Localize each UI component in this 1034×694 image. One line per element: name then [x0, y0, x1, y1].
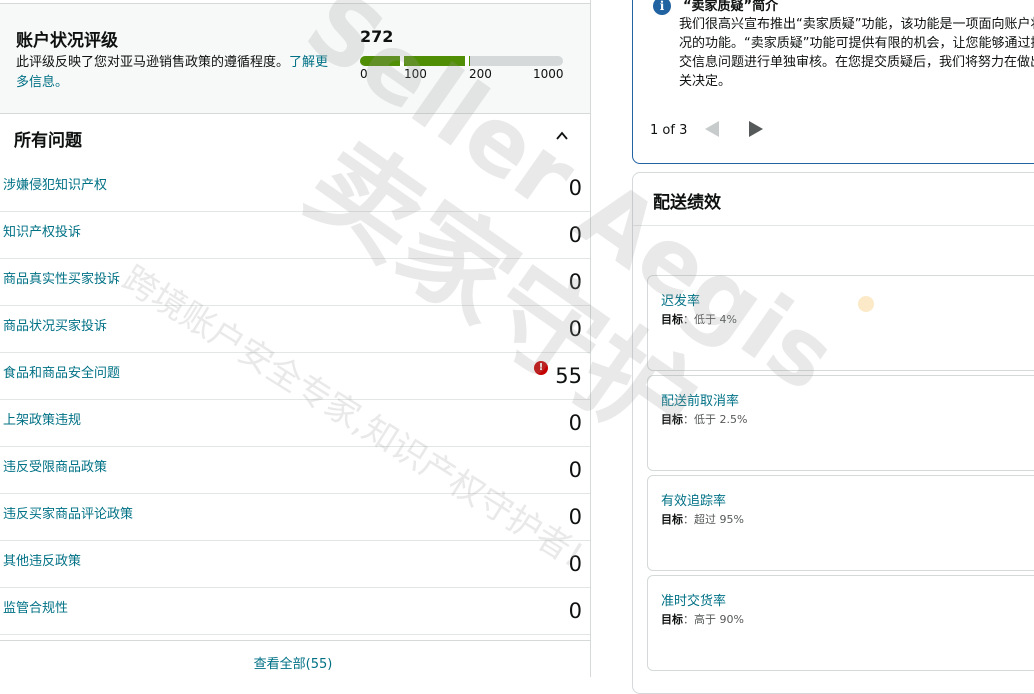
- notice-title: “卖家质疑”简介: [683, 0, 779, 14]
- issue-label[interactable]: 违反受限商品政策: [3, 456, 107, 475]
- issue-count: 0: [568, 599, 582, 623]
- bar-divider: [400, 56, 404, 66]
- issue-label[interactable]: 知识产权投诉: [3, 221, 81, 240]
- issue-count: 0: [568, 411, 582, 435]
- bar-divider: [465, 56, 469, 66]
- target-value: ：高于 90%: [683, 613, 744, 626]
- delivery-performance-card: 配送绩效 迟发率 目标：低于 4% 配送前取消率 目标：低于 2.5% 有效追踪…: [632, 172, 1034, 694]
- health-score-bar: [360, 56, 563, 66]
- issue-row: 监管合规性 0: [0, 588, 590, 635]
- issue-label[interactable]: 食品和商品安全问题: [3, 362, 120, 381]
- delivery-performance-title: 配送绩效: [653, 193, 721, 213]
- metric-target: 目标：低于 2.5%: [661, 411, 747, 427]
- previous-arrow-icon[interactable]: [705, 121, 719, 137]
- target-value: ：超过 95%: [683, 513, 744, 526]
- issue-label[interactable]: 违反买家商品评论政策: [3, 503, 133, 522]
- metric-card: 配送前取消率 目标：低于 2.5%: [647, 375, 1034, 471]
- issue-count: 0: [568, 176, 582, 200]
- issue-row: 知识产权投诉 0: [0, 212, 590, 259]
- issues-footer: 查看全部(55): [0, 640, 590, 678]
- issue-count: 0: [568, 223, 582, 247]
- issue-count: 0: [568, 270, 582, 294]
- account-health-title: 账户状况评级: [16, 31, 118, 51]
- issue-count: 55: [555, 364, 582, 388]
- issue-label[interactable]: 商品状况买家投诉: [3, 315, 107, 334]
- issue-row: 商品真实性买家投诉 0: [0, 259, 590, 306]
- alert-icon: !: [534, 361, 548, 375]
- account-health-score: 272: [360, 27, 394, 46]
- issue-row: 食品和商品安全问题! 55: [0, 353, 590, 400]
- divider: [633, 225, 1034, 226]
- account-health-panel: 账户状况评级 此评级反映了您对亚马逊销售政策的遵循程度。了解更多信息。 272 …: [0, 3, 590, 114]
- issue-label[interactable]: 其他违反政策: [3, 550, 81, 569]
- all-issues-title: 所有问题: [14, 131, 82, 151]
- metric-card: 准时交货率 目标：高于 90%: [647, 575, 1034, 671]
- issue-row: 涉嫌侵犯知识产权 0: [0, 165, 590, 212]
- seller-challenge-notice: i “卖家质疑”简介 我们很高兴宣布推出“卖家质疑”功能，该功能是一项面向账户状…: [632, 0, 1034, 164]
- target-label: 目标: [661, 513, 683, 526]
- account-health-desc-text: 此评级反映了您对亚马逊销售政策的遵循程度。: [16, 55, 290, 70]
- metric-name[interactable]: 有效追踪率: [661, 490, 726, 509]
- issue-label[interactable]: 涉嫌侵犯知识产权: [3, 174, 107, 193]
- target-label: 目标: [661, 413, 683, 426]
- notice-body: 我们很高兴宣布推出“卖家质疑”功能，该功能是一项面向账户状况的功能。“卖家质疑”…: [679, 17, 1034, 89]
- issue-count: 0: [568, 552, 582, 576]
- metric-name[interactable]: 迟发率: [661, 290, 700, 309]
- view-all-link[interactable]: 查看全部(55): [0, 653, 586, 672]
- issue-row: 商品状况买家投诉 0: [0, 306, 590, 353]
- tick-label: 1000: [533, 67, 564, 81]
- target-label: 目标: [661, 613, 683, 626]
- issue-count: 0: [568, 458, 582, 482]
- chevron-up-icon[interactable]: [556, 130, 568, 142]
- health-score-fill: [360, 56, 470, 66]
- target-value: ：低于 2.5%: [683, 413, 748, 426]
- tick-label: 0: [360, 67, 368, 81]
- issue-label[interactable]: 上架政策违规: [3, 409, 81, 428]
- tick-label: 100: [404, 67, 427, 81]
- metric-target: 目标：超过 95%: [661, 511, 744, 527]
- target-value: ：低于 4%: [683, 313, 737, 326]
- metric-target: 目标：低于 4%: [661, 311, 737, 327]
- issue-row: 违反受限商品政策 0: [0, 447, 590, 494]
- issue-row: 上架政策违规 0: [0, 400, 590, 447]
- pager-label: 1 of 3: [650, 123, 688, 138]
- issues-list: 涉嫌侵犯知识产权 0 知识产权投诉 0 商品真实性买家投诉 0 商品状况买家投诉 0 食…: [0, 165, 590, 635]
- issue-count: 0: [568, 317, 582, 341]
- issue-label[interactable]: 商品真实性买家投诉: [3, 268, 120, 287]
- metric-name[interactable]: 配送前取消率: [661, 390, 739, 409]
- metric-target: 目标：高于 90%: [661, 611, 744, 627]
- left-panel: 账户状况评级 此评级反映了您对亚马逊销售政策的遵循程度。了解更多信息。 272 …: [0, 0, 591, 677]
- issue-count: 0: [568, 505, 582, 529]
- target-label: 目标: [661, 313, 683, 326]
- tick-label: 200: [469, 67, 492, 81]
- info-icon: i: [653, 0, 671, 15]
- issue-row: 其他违反政策 0: [0, 541, 590, 588]
- metric-card: 迟发率 目标：低于 4%: [647, 275, 1034, 371]
- metric-card: 有效追踪率 目标：超过 95%: [647, 475, 1034, 571]
- issue-label[interactable]: 监管合规性: [3, 597, 68, 616]
- metric-name[interactable]: 准时交货率: [661, 590, 726, 609]
- issue-row: 违反买家商品评论政策 0: [0, 494, 590, 541]
- account-health-description: 此评级反映了您对亚马逊销售政策的遵循程度。了解更多信息。: [16, 53, 334, 93]
- next-arrow-icon[interactable]: [749, 121, 763, 137]
